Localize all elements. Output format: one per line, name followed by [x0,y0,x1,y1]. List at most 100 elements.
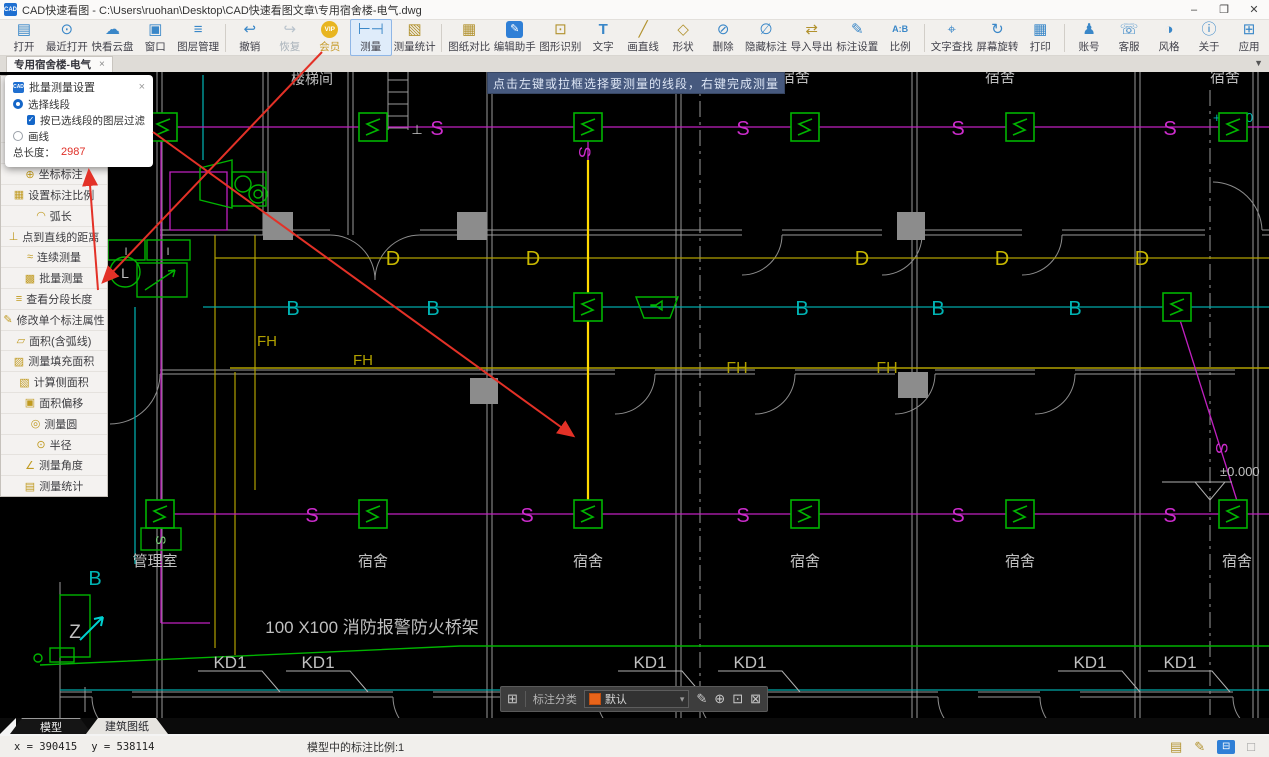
d-label: D [855,248,869,270]
d-label: D [995,248,1009,270]
sidebar-item-radius[interactable]: ⊙ 半径 [1,433,107,455]
text-search-button[interactable]: ⌖ 文字查找 [929,20,975,55]
i-label: I [124,246,127,258]
draw-line-radio[interactable] [13,131,23,141]
text-button[interactable]: T 文字 [583,20,623,55]
shapes-button[interactable]: ◇ 形状 [663,20,703,55]
lock-icon[interactable]: ⊠ [750,691,761,707]
cloud-button[interactable]: ☁ 快看云盘 [90,20,136,55]
open-icon: ▤ [16,21,32,38]
redo-button[interactable]: ↪ 恢复 [270,20,310,55]
recent-icon: ⊙ [60,21,74,38]
sidebar-item-measure-circle[interactable]: ◎ 测量圆 [1,412,107,434]
account-button[interactable]: ♟ 账号 [1069,20,1109,55]
tab-model[interactable]: 模型 [10,718,92,734]
sidebar-item-side-area[interactable]: ▧ 计算侧面积 [1,371,107,392]
s-label: S [305,505,318,527]
text-search-icon: ⌖ [947,21,956,38]
sidebar-item-batch-measure[interactable]: ▩ 批量测量 [1,267,107,288]
maximize-button[interactable]: ❐ [1209,0,1239,19]
fh-label: FH [726,360,747,377]
drawing-canvas[interactable]: D D D D D FH FH FH FH B B B B B B S S S … [0,72,1269,718]
tab-close-icon[interactable]: × [99,59,105,70]
rotate-screen-button[interactable]: ↻ 屏幕旋转 [975,20,1021,55]
sidebar-item-edit-annotation[interactable]: ✎ 修改单个标注属性 [1,308,107,330]
layers-button[interactable]: ≡ 图层管理 [175,20,221,55]
select-segment-radio[interactable] [13,99,23,109]
measure-button[interactable]: ⊢⊣ 测量 [349,19,392,56]
kd1-label: KD1 [1073,653,1106,672]
measure-hint-bar: 点击左键或拉框选择要测量的线段，右键完成测量 [487,72,785,94]
sidebar-item-arc-length[interactable]: ◠ 弧长 [1,204,107,226]
undo-button[interactable]: ↩ 撤销 [230,20,270,55]
shapes-icon: ◇ [677,21,689,38]
room-label: 宿舍 [790,553,820,570]
measure-stats-button[interactable]: ▧ 测量统计 [392,20,438,55]
dialog-close-icon[interactable]: × [139,81,145,93]
app-window: CAD CAD快速看图 - C:\Users\ruohan\Desktop\CA… [0,0,1269,757]
sidebar-item-measure-angle[interactable]: ∠ 测量角度 [1,454,107,475]
fill-area-icon: ▨ [13,355,25,368]
about-button[interactable]: ⓘ 关于 [1189,20,1229,55]
window-mode-icon[interactable]: □ [1247,739,1255,754]
support-button[interactable]: ☏ 客服 [1109,20,1149,55]
sidebar-item-area-arc[interactable]: ▱ 面积(含弧线) [1,329,107,351]
hide-annotations-icon: ∅ [759,21,773,38]
total-length-value: 2987 [61,146,86,158]
color-swatch [588,693,601,705]
sidebar-item-continuous-measure[interactable]: ≈ 连续测量 [1,246,107,267]
divider [524,691,526,707]
hide-annotations-button[interactable]: ∅ 隐藏标注 [743,20,789,55]
grid-icon[interactable]: ⊞ [507,691,518,707]
category-dropdown[interactable]: 默认 ▾ [583,690,690,708]
account-icon: ♟ [1082,21,1096,38]
import-export-button[interactable]: ⇄ 导入导出 [789,20,835,55]
layer-filter-checkbox[interactable]: ✓ [27,115,35,125]
compare-button[interactable]: ▦ 图纸对比 [446,20,492,55]
draw-line-button[interactable]: ╱ 画直线 [623,20,663,55]
kd1-label: KD1 [301,653,334,672]
b-label: B [426,298,439,320]
scale-icon: A:B [892,24,909,34]
scale-button[interactable]: A:B 比例 [880,20,920,55]
minimize-button[interactable]: – [1179,0,1209,19]
document-tab[interactable]: 专用宿舍楼-电气 × [6,56,113,72]
sidebar-item-measure-stats[interactable]: ▤ 测量统计 [1,475,107,496]
vip-button[interactable]: VIP 会员 [310,20,350,55]
cursor-coordinates: x = 390415 y = 538114 [14,741,154,753]
edit-assistant-button[interactable]: ✎ 编辑助手 [492,20,538,55]
tab-architectural[interactable]: 建筑图纸 [86,718,168,734]
copy-icon[interactable]: ⊡ [732,691,743,707]
blue-badge-icon[interactable]: ⊟ [1217,739,1236,754]
shape-recognition-button[interactable]: ⊡ 图形识别 [538,20,584,55]
sidebar-item-point-to-line[interactable]: ⊥ 点到直线的距离 [1,225,107,247]
room-label: 宿舍 [1222,553,1252,570]
print-button[interactable]: ▦ 打印 [1020,20,1060,55]
sidebar-item-segment-length[interactable]: ≡ 查看分段长度 [1,288,107,309]
angle-icon: ∠ [25,459,35,472]
s-label: S [736,118,749,140]
edit-annotation-icon[interactable]: ✎ [696,691,707,707]
total-length-label: 总长度： [13,146,55,159]
sidebar-item-fill-area[interactable]: ▨ 测量填充面积 [1,350,107,371]
window-title: CAD快速看图 - C:\Users\ruohan\Desktop\CAD快速看… [22,4,422,17]
recent-button[interactable]: ⊙ 最近打开 [44,20,90,55]
window-button[interactable]: ▣ 窗口 [135,20,175,55]
open-button[interactable]: ▤ 打开 [4,20,44,55]
vip-icon: VIP [321,21,339,38]
s-label: S [1163,505,1176,527]
close-button[interactable]: ✕ [1239,0,1269,19]
style-button[interactable]: ◑ 风格 [1149,20,1189,55]
delete-button[interactable]: ⊘ 删除 [703,20,743,55]
doc-icon[interactable]: ▤ [1170,739,1182,755]
room-labels: 宿舍 宿舍 宿舍 楼梯间 管理室 宿舍 宿舍 宿舍 宿舍 宿舍 100 X100… [69,72,1259,643]
edit-assistant-icon: ✎ [506,21,524,38]
move-icon[interactable]: ⊕ [714,691,725,707]
annotation-settings-button[interactable]: ✎ 标注设置 [834,20,880,55]
edit-doc-icon[interactable]: ✎ [1194,739,1205,755]
sidebar-item-scale-setting[interactable]: ▦ 设置标注比例 [1,184,107,205]
apps-button[interactable]: ⊞ 应用 [1229,20,1269,55]
sidebar-item-area-offset[interactable]: ▣ 面积偏移 [1,392,107,413]
tab-overflow-icon[interactable]: ▼ [1254,58,1263,68]
coord-x: x = 390415 [14,740,78,753]
